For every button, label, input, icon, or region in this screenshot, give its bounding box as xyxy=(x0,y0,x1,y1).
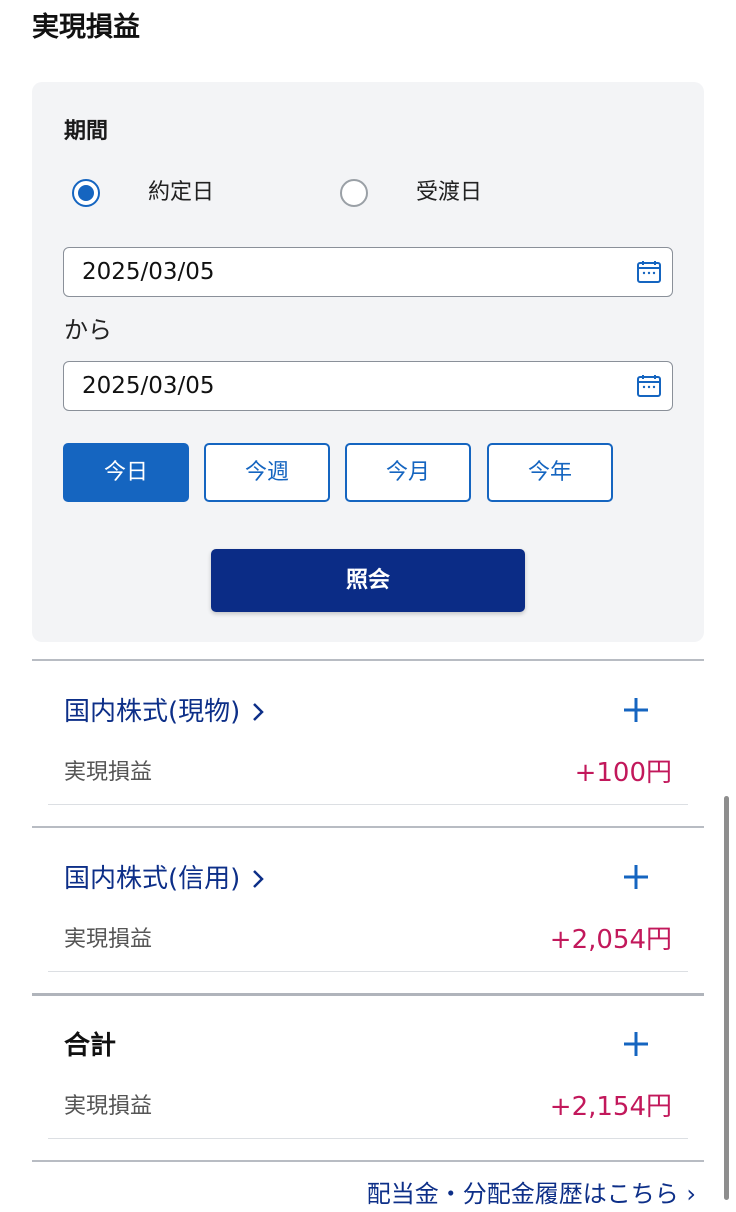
plus-icon[interactable] xyxy=(620,694,652,726)
section-title-margin-stocks-label: 国内株式(信用) xyxy=(64,864,241,894)
query-button[interactable]: 照会 xyxy=(211,549,525,612)
row-divider xyxy=(48,1138,688,1139)
total-realized-pl-label: 実現損益 xyxy=(64,1094,153,1119)
section-divider xyxy=(32,993,704,996)
date-from-value: 2025/03/05 xyxy=(82,259,215,285)
section-divider xyxy=(32,1160,704,1162)
scrollbar[interactable] xyxy=(724,796,729,1200)
this-week-button[interactable]: 今週 xyxy=(204,443,330,502)
page-title: 実現損益 xyxy=(32,12,140,43)
plus-icon[interactable] xyxy=(620,861,652,893)
radio-selected-indicator[interactable] xyxy=(72,179,100,207)
total-realized-pl-value: +2,154円 xyxy=(549,1092,672,1122)
period-label: 期間 xyxy=(64,119,109,144)
dividend-history-link-label: 配当金・分配金履歴はこちら xyxy=(366,1180,679,1208)
this-month-button[interactable]: 今月 xyxy=(345,443,471,502)
chevron-right-icon xyxy=(253,703,265,721)
section-title-spot-stocks-label: 国内株式(現物) xyxy=(64,697,241,727)
radio-contract-date[interactable]: 約定日 xyxy=(72,177,214,209)
realized-pl-label: 実現損益 xyxy=(64,927,153,952)
chevron-right-icon: › xyxy=(686,1180,696,1208)
calendar-icon[interactable] xyxy=(636,374,662,398)
realized-pl-value: +2,054円 xyxy=(549,925,672,955)
calendar-icon[interactable] xyxy=(636,260,662,284)
date-from-field[interactable]: 2025/03/05 xyxy=(63,247,673,297)
date-to-value: 2025/03/05 xyxy=(82,373,215,399)
dividend-history-link[interactable]: 配当金・分配金履歴はこちら › xyxy=(367,1176,696,1212)
this-year-button[interactable]: 今年 xyxy=(487,443,613,502)
section-divider xyxy=(32,826,704,828)
chevron-right-icon xyxy=(253,870,265,888)
filter-panel: 期間 約定日 受渡日 2025/03/05 から 2025/03/05 今日 今… xyxy=(32,82,704,642)
radio-contract-date-label: 約定日 xyxy=(148,180,215,205)
total-title: 合計 xyxy=(64,1031,117,1061)
radio-delivery-date-label: 受渡日 xyxy=(416,180,483,205)
radio-unselected-indicator[interactable] xyxy=(340,179,368,207)
section-divider xyxy=(32,659,704,661)
row-divider xyxy=(48,971,688,972)
date-range-separator: から xyxy=(64,316,112,344)
today-button[interactable]: 今日 xyxy=(63,443,189,502)
realized-pl-label: 実現損益 xyxy=(64,760,153,785)
date-to-field[interactable]: 2025/03/05 xyxy=(63,361,673,411)
radio-delivery-date[interactable]: 受渡日 xyxy=(340,177,482,209)
section-title-spot-stocks[interactable]: 国内株式(現物) xyxy=(64,694,265,730)
plus-icon[interactable] xyxy=(620,1028,652,1060)
realized-pl-value: +100円 xyxy=(574,758,672,788)
section-title-margin-stocks[interactable]: 国内株式(信用) xyxy=(64,861,265,897)
row-divider xyxy=(48,804,688,805)
